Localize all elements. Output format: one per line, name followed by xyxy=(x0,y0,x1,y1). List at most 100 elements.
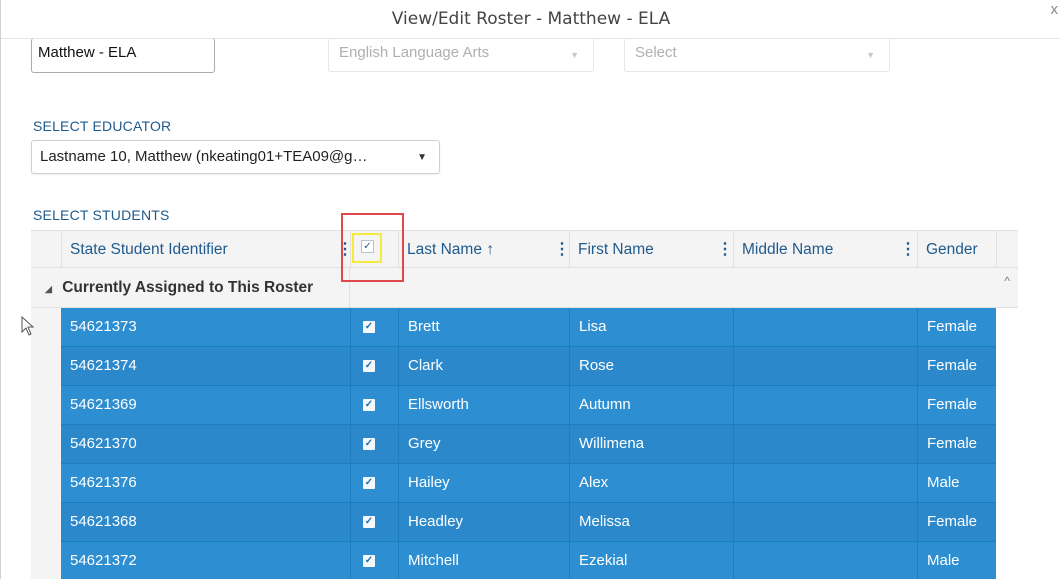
cell-ssid: 54621372 xyxy=(70,552,137,569)
cell-gender: Female xyxy=(917,425,996,463)
group-label: Currently Assigned to This Roster xyxy=(62,279,314,296)
cell-checkbox: ✓ xyxy=(350,347,398,385)
cell-last-name: Hailey xyxy=(398,464,569,502)
cell-middle-name xyxy=(733,542,917,579)
row-gutter xyxy=(31,347,61,386)
column-menu-icon[interactable]: ⋮ xyxy=(717,231,733,268)
table-row[interactable]: 54621368 ✓ Headley Melissa Female xyxy=(31,503,1018,542)
cell-ssid: 54621373 xyxy=(70,318,137,335)
cell-gender: Female xyxy=(917,347,996,385)
educator-dropdown[interactable]: Lastname 10, Matthew (nkeating01+TEA09@g… xyxy=(31,140,440,174)
header-spacer xyxy=(996,231,1018,268)
col-header-first-name[interactable]: First Name xyxy=(569,231,733,268)
educator-value: Lastname 10, Matthew (nkeating01+TEA09@g… xyxy=(40,148,368,165)
cell-ssid: 54621369 xyxy=(70,396,137,413)
cell-first-name: Alex xyxy=(569,464,733,502)
cell-gender: Female xyxy=(917,308,996,346)
cell-middle-name xyxy=(733,425,917,463)
cell-middle-name xyxy=(733,386,917,424)
row-gutter xyxy=(31,386,61,425)
col-header-middle-name[interactable]: Middle Name xyxy=(733,231,917,268)
cell-last-name: Headley xyxy=(398,503,569,541)
row-gutter xyxy=(31,542,61,579)
row-cells: 54621373 ✓ Brett Lisa Female xyxy=(61,308,996,347)
cell-first-name: Melissa xyxy=(569,503,733,541)
table-row[interactable]: 54621372 ✓ Mitchell Ezekial Male xyxy=(31,542,1018,579)
col-header-gender[interactable]: Gender xyxy=(917,231,996,268)
cell-ssid: 54621376 xyxy=(70,474,137,491)
grade-dropdown[interactable]: Select ▼ xyxy=(624,38,890,72)
cell-first-name: Rose xyxy=(569,347,733,385)
col-header-ssid[interactable]: State Student Identifier xyxy=(61,231,350,268)
row-checkbox[interactable]: ✓ xyxy=(363,438,375,450)
row-checkbox[interactable]: ✓ xyxy=(363,477,375,489)
table-row[interactable]: 54621370 ✓ Grey Willimena Female xyxy=(31,425,1018,464)
cell-checkbox: ✓ xyxy=(350,503,398,541)
row-cells: 54621368 ✓ Headley Melissa Female xyxy=(61,503,996,542)
cell-checkbox: ✓ xyxy=(350,464,398,502)
select-educator-label: SELECT EDUCATOR xyxy=(33,118,172,134)
cell-checkbox: ✓ xyxy=(350,425,398,463)
row-cells: 54621369 ✓ Ellsworth Autumn Female xyxy=(61,386,996,425)
column-menu-icon[interactable]: ⋮ xyxy=(900,231,916,268)
row-checkbox[interactable]: ✓ xyxy=(363,555,375,567)
scroll-up-icon[interactable]: ^ xyxy=(1004,274,1010,288)
close-icon[interactable]: x xyxy=(1051,0,1059,20)
cell-first-name: Willimena xyxy=(569,425,733,463)
row-checkbox[interactable]: ✓ xyxy=(363,321,375,333)
col-header-last-name[interactable]: Last Name ↑ xyxy=(398,231,569,268)
cell-gender: Female xyxy=(917,386,996,424)
cell-ssid: 54621374 xyxy=(70,357,137,374)
select-all-checkbox[interactable]: ✓ xyxy=(361,240,374,253)
cell-checkbox: ✓ xyxy=(350,386,398,424)
row-checkbox[interactable]: ✓ xyxy=(363,360,375,372)
roster-dialog: View/Edit Roster - Matthew - ELA x Matth… xyxy=(0,0,1060,579)
cell-middle-name xyxy=(733,347,917,385)
select-students-label: SELECT STUDENTS xyxy=(33,207,170,223)
chevron-down-icon: ▼ xyxy=(417,152,427,163)
row-gutter xyxy=(31,308,61,347)
column-menu-icon[interactable]: ⋮ xyxy=(554,231,570,268)
table-row[interactable]: 54621373 ✓ Brett Lisa Female xyxy=(31,308,1018,347)
cell-ssid: 54621368 xyxy=(70,513,137,530)
cell-first-name: Autumn xyxy=(569,386,733,424)
table-row[interactable]: 54621376 ✓ Hailey Alex Male xyxy=(31,464,1018,503)
row-checkbox[interactable]: ✓ xyxy=(363,399,375,411)
students-grid: State Student Identifier ⋮ Last Name ↑ ⋮… xyxy=(31,230,1018,579)
row-gutter xyxy=(31,425,61,464)
group-row-assigned[interactable]: ◢ Currently Assigned to This Roster xyxy=(31,268,1018,308)
cell-last-name: Ellsworth xyxy=(398,386,569,424)
chevron-down-icon: ▼ xyxy=(570,50,579,60)
cell-last-name: Brett xyxy=(398,308,569,346)
row-gutter xyxy=(31,464,61,503)
collapse-caret-icon[interactable]: ◢ xyxy=(45,284,52,294)
cell-middle-name xyxy=(733,464,917,502)
grid-header: State Student Identifier ⋮ Last Name ↑ ⋮… xyxy=(31,230,1018,268)
chevron-down-icon: ▼ xyxy=(866,50,875,60)
cell-gender: Male xyxy=(917,464,996,502)
row-cells: 54621374 ✓ Clark Rose Female xyxy=(61,347,996,386)
row-checkbox[interactable]: ✓ xyxy=(363,516,375,528)
cell-checkbox: ✓ xyxy=(350,542,398,579)
cell-first-name: Lisa xyxy=(569,308,733,346)
cell-ssid: 54621370 xyxy=(70,435,137,452)
cell-middle-name xyxy=(733,503,917,541)
cell-checkbox: ✓ xyxy=(350,308,398,346)
subject-value: English Language Arts xyxy=(339,44,490,61)
grade-placeholder: Select xyxy=(635,44,677,61)
cell-gender: Female xyxy=(917,503,996,541)
cell-last-name: Mitchell xyxy=(398,542,569,579)
row-gutter xyxy=(31,503,61,542)
cell-middle-name xyxy=(733,308,917,346)
roster-name-input[interactable]: Matthew - ELA xyxy=(31,38,215,73)
row-cells: 54621372 ✓ Mitchell Ezekial Male xyxy=(61,542,996,579)
subject-dropdown[interactable]: English Language Arts ▼ xyxy=(328,38,594,72)
table-row[interactable]: 54621374 ✓ Clark Rose Female xyxy=(31,347,1018,386)
cell-gender: Male xyxy=(917,542,996,579)
cell-last-name: Clark xyxy=(398,347,569,385)
student-rows: 54621373 ✓ Brett Lisa Female 54621374 ✓ Clark Ro… xyxy=(31,308,1018,579)
table-row[interactable]: 54621369 ✓ Ellsworth Autumn Female xyxy=(31,386,1018,425)
cell-last-name: Grey xyxy=(398,425,569,463)
row-cells: 54621376 ✓ Hailey Alex Male xyxy=(61,464,996,503)
mouse-pointer-icon xyxy=(21,316,35,336)
